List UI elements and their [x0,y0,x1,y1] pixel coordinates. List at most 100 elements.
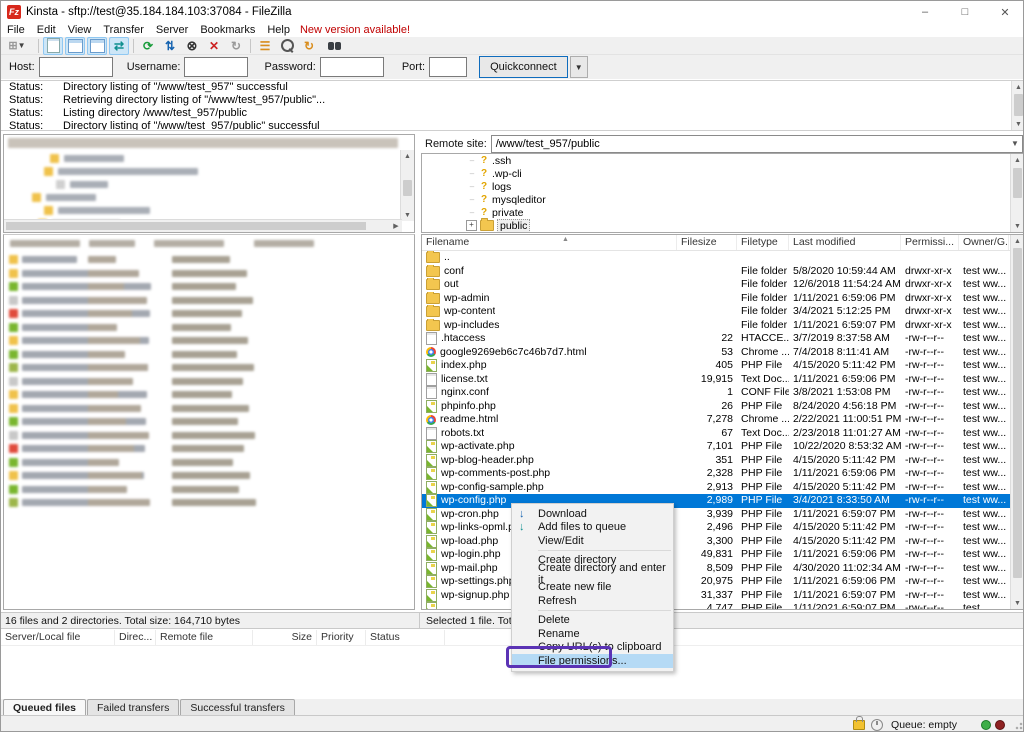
column-header-lastmodified[interactable]: Last modified [789,235,901,250]
toggle-remote-tree-icon[interactable] [87,37,107,55]
refresh-icon[interactable]: ⟳ [138,37,158,55]
file-row[interactable]: outFile folder12/6/2018 11:54:24 AMdrwxr… [422,278,1022,292]
column-header-permissi[interactable]: Permissi... [901,235,959,250]
menu-item-view[interactable]: View [62,24,98,36]
file-owner: test ... [959,602,1009,610]
file-row[interactable]: phpinfo.php26PHP File8/24/2020 4:56:18 P… [422,400,1022,414]
context-menu-item-file-permissions---[interactable]: File permissions... [512,654,673,668]
port-input[interactable] [429,57,467,77]
local-tree-panel[interactable]: ▲ ▼ ▶ [3,134,415,233]
site-manager-icon[interactable]: ⊞▼ [2,37,34,55]
remote-tree-item[interactable]: –?.wp-cli [422,167,1022,180]
tab-queued-files[interactable]: Queued files [3,699,86,716]
remote-tree-item[interactable]: –?.ssh [422,154,1022,167]
password-input[interactable] [320,57,384,77]
quickconnect-dropdown-icon[interactable]: ▼ [570,56,588,78]
minimize-button[interactable]: – [905,1,945,23]
chevron-down-icon[interactable]: ▼ [1008,139,1022,148]
file-row[interactable]: wp-config-sample.php2,913PHP File4/15/20… [422,481,1022,495]
file-row[interactable]: index.php405PHP File4/15/2020 5:11:42 PM… [422,359,1022,373]
local-file-list[interactable] [3,234,415,610]
blurred-tree-row [4,165,414,178]
blurred-file-row [4,361,414,374]
filter-icon[interactable]: ☰ [255,37,275,55]
file-row[interactable]: robots.txt67Text Doc...2/23/2018 11:01:2… [422,427,1022,441]
file-owner: test ww... [959,400,1009,414]
file-list-header[interactable]: ▲FilenameFilesizeFiletypeLast modifiedPe… [422,235,1022,251]
toggle-log-icon[interactable] [43,37,63,55]
sync-browsing-icon[interactable]: ↻ [299,37,319,55]
queue-column-priority[interactable]: Priority [317,630,366,645]
menu-item-bookmarks[interactable]: Bookmarks [194,24,261,36]
compare-icon[interactable] [277,37,297,55]
tab-failed-transfers[interactable]: Failed transfers [87,699,179,716]
username-input[interactable] [184,57,248,77]
find-icon[interactable] [321,37,341,55]
context-menu-item-rename[interactable]: Rename [512,627,673,641]
remote-tree-panel[interactable]: –?.ssh–?.wp-cli–?logs–?mysqleditor–?priv… [421,153,1023,233]
remote-list-scrollbar[interactable]: ▲ ▼ [1010,235,1023,609]
file-row[interactable]: .. [422,251,1022,265]
column-header-filesize[interactable]: Filesize [677,235,737,250]
menu-item-file[interactable]: File [1,24,31,36]
file-row[interactable]: wp-comments-post.php2,328PHP File1/11/20… [422,467,1022,481]
cancel-icon[interactable]: ⊗ [182,37,202,55]
file-row[interactable]: wp-blog-header.php351PHP File4/15/2020 5… [422,454,1022,468]
reconnect-icon[interactable]: ↻ [226,37,246,55]
remote-tree-item[interactable]: +public [422,219,1022,232]
context-menu-item-add-files-to-queue[interactable]: Add files to queue↓ [512,521,673,535]
file-row[interactable]: license.txt19,915Text Doc...1/11/2021 6:… [422,373,1022,387]
queue-column-direc[interactable]: Direc... [115,630,156,645]
queue-column-serverlocalfile[interactable]: Server/Local file [1,630,115,645]
tab-successful-transfers[interactable]: Successful transfers [180,699,295,716]
resize-grip[interactable] [1013,720,1023,730]
file-row[interactable]: readme.html7,278Chrome ...2/22/2021 11:0… [422,413,1022,427]
context-menu-item-create-directory-and-enter-it[interactable]: Create directory and enter it [512,567,673,581]
toggle-local-tree-icon[interactable] [65,37,85,55]
context-menu-item-view-edit[interactable]: View/Edit [512,534,673,548]
remote-tree-item[interactable]: –?mysqleditor [422,193,1022,206]
file-row[interactable]: wp-activate.php7,101PHP File10/22/2020 8… [422,440,1022,454]
quickconnect-button[interactable]: Quickconnect [479,56,568,78]
tree-expand-icon[interactable]: + [466,220,477,231]
host-input[interactable] [39,57,113,77]
menu-item-edit[interactable]: Edit [31,24,62,36]
column-header-filename[interactable]: Filename [422,235,677,250]
file-size: 22 [677,332,737,346]
remote-path-combobox[interactable]: /www/test_957/public ▼ [491,135,1023,153]
menu-item-help[interactable]: Help [261,24,296,36]
disconnect-icon[interactable]: ✕ [204,37,224,55]
file-row[interactable]: wp-includesFile folder1/11/2021 6:59:07 … [422,319,1022,333]
file-row[interactable]: nginx.conf1CONF File3/8/2021 1:53:08 PM-… [422,386,1022,400]
file-row[interactable]: .htaccess22HTACCE...3/7/2019 8:37:58 AM-… [422,332,1022,346]
queue-column-status[interactable]: Status [366,630,445,645]
context-menu-item-create-new-file[interactable]: Create new file [512,581,673,595]
local-tree-hscrollbar[interactable]: ▶ [4,219,402,232]
file-size: 4,747 [677,602,737,610]
toggle-queue-icon[interactable]: ⇄ [109,37,129,55]
queue-column-remotefile[interactable]: Remote file [156,630,253,645]
context-menu-item-delete[interactable]: Delete [512,614,673,628]
context-menu-item-copy-url-s--to-clipboard[interactable]: Copy URL(s) to clipboard [512,641,673,655]
maximize-button[interactable]: □ [945,1,985,23]
context-menu-item-refresh[interactable]: Refresh [512,594,673,608]
column-header-ownerg[interactable]: Owner/G... [959,235,1009,250]
queue-column-size[interactable]: Size [253,630,317,645]
menu-item-transfer[interactable]: Transfer [97,24,150,36]
remote-tree-scrollbar[interactable]: ▲ ▼ [1010,154,1023,232]
file-row[interactable]: wp-contentFile folder3/4/2021 5:12:25 PM… [422,305,1022,319]
file-row[interactable]: google9269eb6c7c46b7d7.html53Chrome ...7… [422,346,1022,360]
column-header-filetype[interactable]: Filetype [737,235,789,250]
file-row[interactable]: wp-adminFile folder1/11/2021 6:59:06 PMd… [422,292,1022,306]
file-type: PHP File [737,521,789,535]
context-menu-item-download[interactable]: Download↓ [512,507,673,521]
new-version-notice[interactable]: New version available! [296,24,410,36]
log-scrollbar[interactable]: ▲ ▼ [1011,81,1024,130]
local-tree-vscrollbar[interactable]: ▲ ▼ [400,150,414,221]
menu-item-server[interactable]: Server [150,24,194,36]
file-row[interactable]: confFile folder5/8/2020 10:59:44 AMdrwxr… [422,265,1022,279]
close-button[interactable]: ✕ [985,1,1024,23]
remote-tree-item[interactable]: –?private [422,206,1022,219]
process-queue-icon[interactable]: ⇅ [160,37,180,55]
remote-tree-item[interactable]: –?logs [422,180,1022,193]
